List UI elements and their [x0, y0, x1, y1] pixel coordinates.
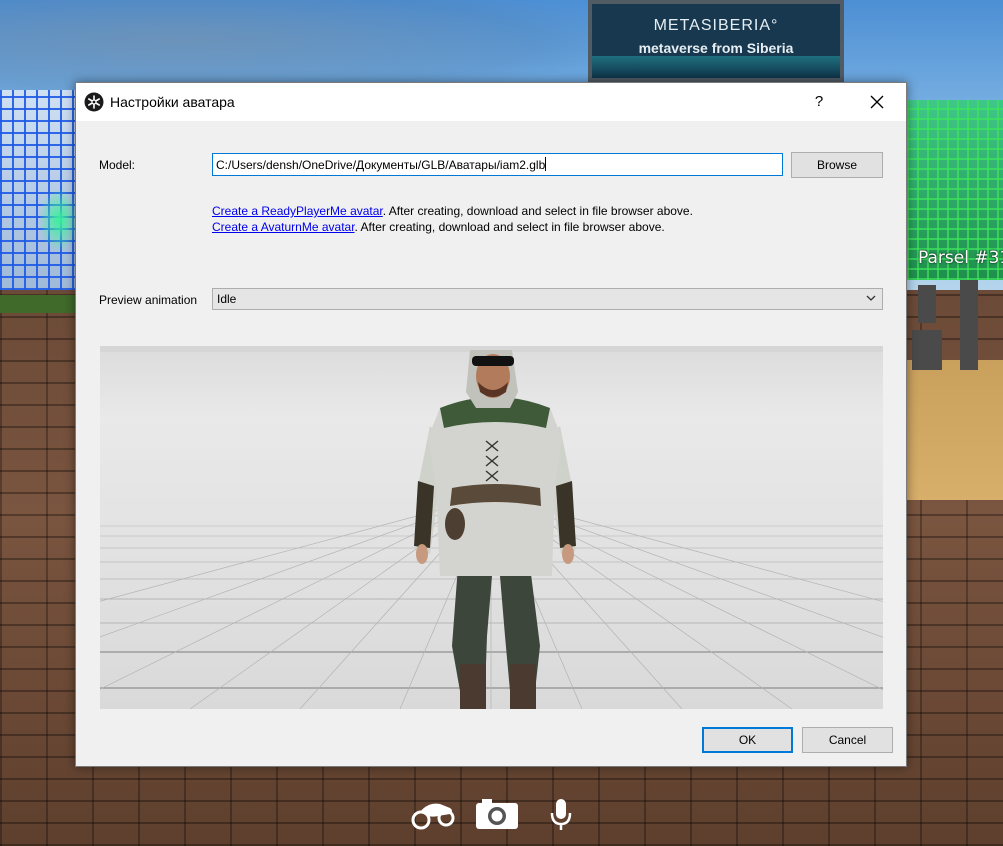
- model-label: Model:: [99, 158, 136, 172]
- parsel-sign: Parsel #31: [918, 248, 1003, 268]
- cancel-button[interactable]: Cancel: [802, 727, 893, 753]
- fence-post: [918, 285, 936, 323]
- help-button[interactable]: ?: [808, 87, 830, 117]
- avatar-figure: [414, 350, 576, 709]
- avaturnme-info: Create a AvaturnMe avatar. After creatin…: [212, 220, 665, 234]
- avaturnme-hint: . After creating, download and select in…: [354, 220, 665, 234]
- fence-post: [912, 330, 942, 370]
- vehicle-icon[interactable]: [410, 798, 456, 830]
- readyplayerme-hint: . After creating, download and select in…: [382, 204, 693, 218]
- billboard-wave: [592, 56, 840, 78]
- preview-animation-select[interactable]: Idle: [212, 288, 883, 310]
- grass-strip: [0, 295, 80, 313]
- preview-animation-value: Idle: [217, 292, 237, 306]
- model-path-value: C:/Users/densh/OneDrive/Документы/GLB/Ав…: [216, 158, 546, 172]
- wireframe-building-left: [0, 90, 78, 290]
- readyplayerme-link[interactable]: Create a ReadyPlayerMe avatar: [212, 204, 383, 218]
- model-path-input[interactable]: C:/Users/densh/OneDrive/Документы/GLB/Ав…: [212, 153, 783, 176]
- avatar-settings-dialog: Настройки аватара ? Model: C:/Users/dens…: [75, 82, 907, 767]
- billboard-title: METASIBERIA°: [653, 17, 779, 34]
- text-caret: [545, 157, 547, 171]
- billboard-subtitle: metaverse from Siberia: [638, 40, 794, 56]
- close-icon: [870, 95, 884, 109]
- fence-post: [960, 280, 978, 370]
- avaturnme-link[interactable]: Create a AvaturnMe avatar: [212, 220, 355, 234]
- close-button[interactable]: [860, 87, 894, 117]
- avatar-preview-viewport[interactable]: [100, 346, 883, 709]
- microphone-icon[interactable]: [548, 797, 574, 833]
- readyplayerme-info: Create a ReadyPlayerMe avatar. After cre…: [212, 204, 693, 218]
- ok-button[interactable]: OK: [702, 727, 793, 753]
- dialog-title: Настройки аватара: [110, 94, 235, 110]
- preview-animation-label: Preview animation: [99, 293, 198, 307]
- camera-icon[interactable]: [474, 797, 520, 831]
- sand-area: [905, 360, 1003, 500]
- browse-button[interactable]: Browse: [791, 152, 883, 178]
- app-logo-icon: [84, 92, 104, 112]
- billboard: METASIBERIA° metaverse from Siberia: [588, 0, 844, 82]
- chevron-down-icon: [866, 295, 876, 301]
- title-bar[interactable]: Настройки аватара ?: [76, 83, 906, 121]
